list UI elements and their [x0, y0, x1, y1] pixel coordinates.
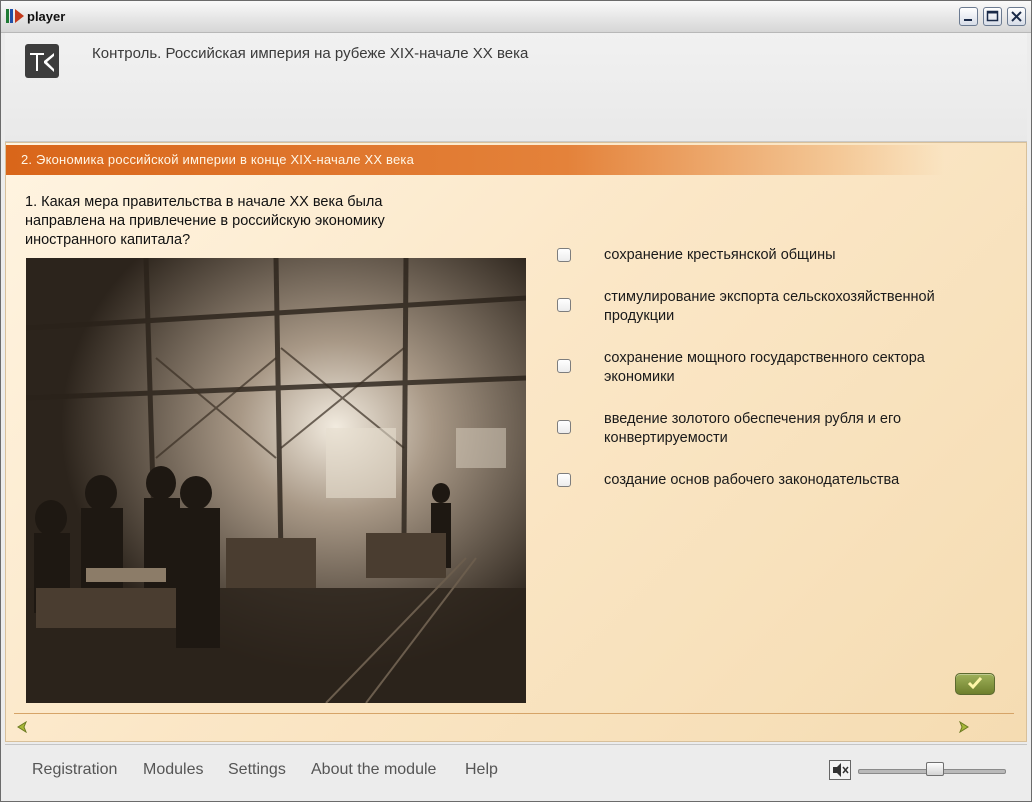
next-page-button[interactable]	[958, 720, 970, 734]
section-header-bar: 2. Экономика российской империи в конце …	[6, 145, 1026, 175]
checkbox[interactable]	[557, 248, 571, 262]
minimize-button[interactable]	[959, 7, 978, 26]
maximize-icon	[986, 10, 999, 22]
arrow-right-icon	[958, 720, 969, 734]
title-bar[interactable]: player	[1, 1, 1031, 33]
answer-option-label: стимулирование экспорта сельскохозяйстве…	[604, 289, 935, 324]
window-title: player	[27, 9, 66, 24]
course-title: Контроль. Российская империя на рубеже X…	[92, 45, 529, 62]
question-text: 1. Какая мера правительства в начале XX …	[25, 194, 385, 248]
player-icon	[5, 8, 25, 24]
volume-slider-thumb[interactable]	[926, 762, 945, 776]
answer-option-label: сохранение мощного государственного сект…	[604, 350, 925, 385]
answer-option-label: введение золотого обеспечения рубля и ег…	[604, 411, 902, 446]
speaker-muted-icon[interactable]	[829, 760, 851, 780]
checkbox[interactable]	[557, 298, 571, 312]
factory-workers-photo	[26, 258, 526, 703]
close-button[interactable]	[1007, 7, 1026, 26]
k-logo-icon	[25, 44, 59, 78]
content-divider	[14, 713, 1014, 714]
answer-option-label: сохранение крестьянской общины	[604, 247, 836, 263]
menu-about-module[interactable]: About the module	[311, 761, 436, 779]
answer-option-label: создание основ рабочего законодательства	[604, 472, 900, 488]
bottom-menu-bar: Registration Modules Settings About the …	[5, 744, 1027, 800]
test-content-panel: 2. Экономика российской империи в конце …	[5, 142, 1027, 742]
menu-modules[interactable]: Modules	[143, 761, 203, 779]
maximize-button[interactable]	[983, 7, 1002, 26]
checkbox[interactable]	[557, 420, 571, 434]
section-title: 2. Экономика российской империи в конце …	[21, 152, 415, 167]
checkmark-icon	[967, 677, 983, 690]
course-header: Контроль. Российская империя на рубеже X…	[5, 33, 1027, 142]
menu-registration[interactable]: Registration	[32, 761, 117, 779]
menu-settings[interactable]: Settings	[228, 761, 286, 779]
arrow-left-icon	[17, 720, 28, 734]
checkbox[interactable]	[557, 359, 571, 373]
menu-help[interactable]: Help	[465, 761, 498, 779]
player-window: player Контроль. Российская империя на р…	[0, 0, 1032, 802]
prev-page-button[interactable]	[16, 720, 28, 734]
minimize-icon	[964, 19, 972, 21]
checkbox[interactable]	[557, 473, 571, 487]
close-icon	[1011, 11, 1022, 22]
submit-answer-button[interactable]	[955, 673, 995, 695]
